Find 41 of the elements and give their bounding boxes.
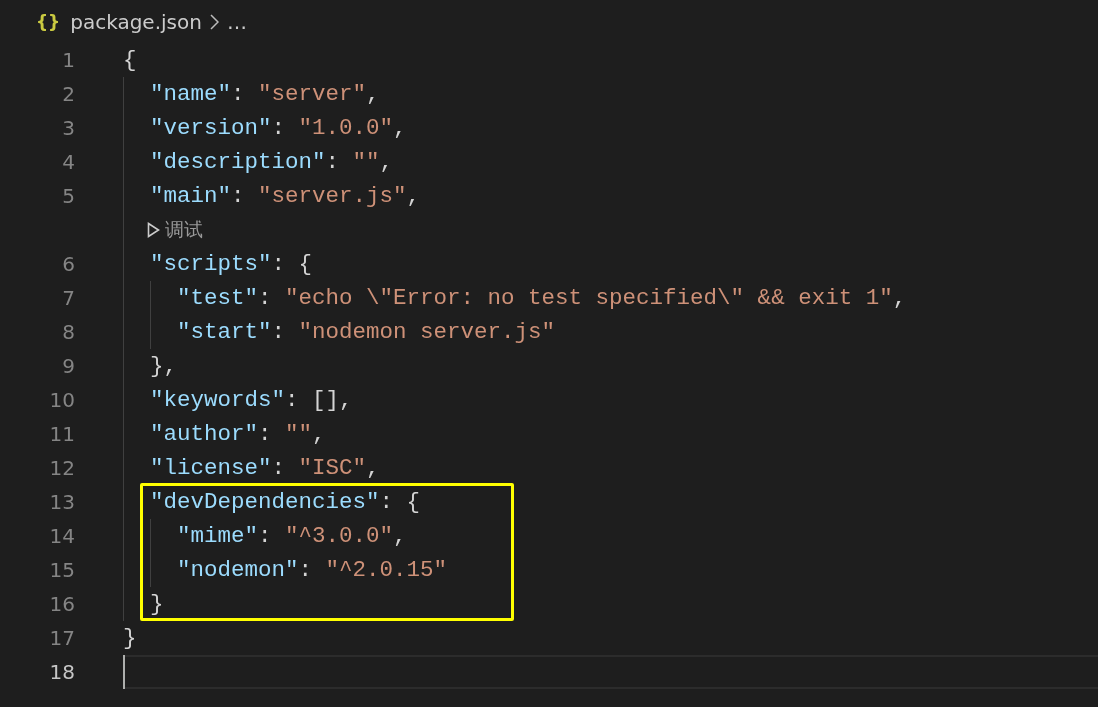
debug-codelens[interactable]: 调试 — [147, 217, 204, 243]
code-line: "main": "server.js", — [149, 183, 421, 209]
code-line: "scripts": { — [149, 251, 313, 277]
code-line: "devDependencies": { — [149, 489, 421, 515]
code-line: "mime": "^3.0.0", — [176, 523, 407, 549]
code-line: "name": "server", — [149, 81, 380, 107]
code-line: "license": "ISC", — [149, 455, 380, 481]
line-number: 16 — [48, 592, 75, 616]
line-number: 7 — [61, 286, 75, 310]
line-number: 12 — [48, 456, 75, 480]
line-number: 11 — [48, 422, 75, 446]
play-icon — [147, 222, 161, 238]
line-number: 4 — [61, 150, 75, 174]
line-number: 5 — [61, 184, 75, 208]
code-line: "test": "echo \"Error: no test specified\" && exit 1", — [176, 285, 907, 311]
line-number: 15 — [48, 558, 75, 582]
code-line: "start": "nodemon server.js" — [176, 319, 556, 345]
line-number: 14 — [48, 524, 75, 548]
code-line: "version": "1.0.0", — [149, 115, 407, 141]
line-number: 13 — [48, 490, 75, 514]
breadcrumb-more[interactable]: … — [226, 9, 247, 34]
line-number: 1 — [61, 48, 75, 72]
code-line: "author": "", — [149, 421, 326, 447]
line-number: 2 — [61, 82, 75, 106]
line-number: 8 — [61, 320, 75, 344]
line-number: 10 — [48, 388, 75, 412]
code-line: } — [149, 591, 164, 617]
code-line: "nodemon": "^2.0.15" — [176, 557, 448, 583]
json-file-icon: {} — [36, 11, 61, 32]
code-line: }, — [149, 353, 177, 379]
line-number: 9 — [61, 354, 75, 378]
line-number: 3 — [61, 116, 75, 140]
chevron-right-icon — [209, 13, 219, 30]
line-number: 18 — [48, 660, 75, 684]
line-number: 6 — [61, 252, 75, 276]
code-line: { — [123, 47, 137, 73]
code-line: "keywords": [], — [149, 387, 353, 413]
breadcrumb-file[interactable]: package.json — [70, 9, 202, 34]
code-line: } — [123, 625, 137, 651]
line-number: 17 — [48, 626, 75, 650]
code-line: "description": "", — [149, 149, 394, 175]
